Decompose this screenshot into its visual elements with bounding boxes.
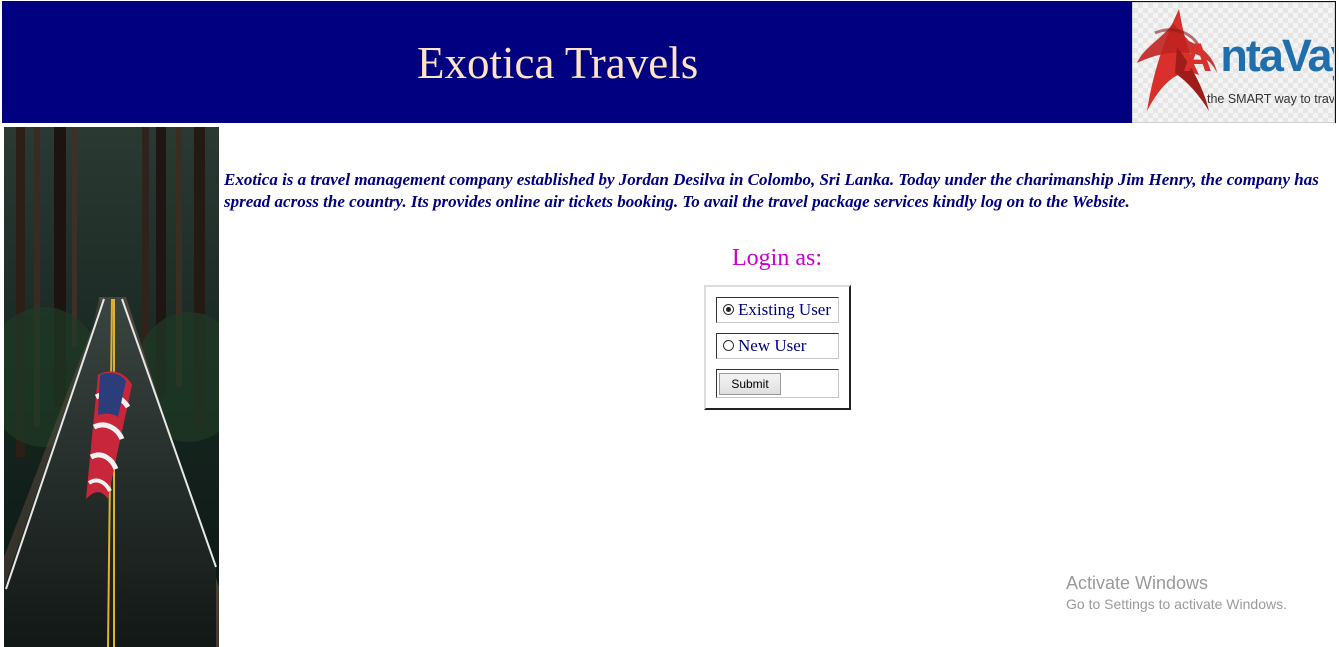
activate-windows-watermark: Activate Windows Go to Settings to activ…	[1066, 572, 1287, 614]
new-user-radio[interactable]	[723, 340, 734, 351]
login-heading: Login as:	[732, 245, 822, 271]
existing-user-label: Existing User	[738, 300, 832, 319]
submit-cell: Submit	[716, 369, 839, 398]
intro-paragraph: Exotica is a travel management company e…	[224, 170, 1319, 211]
new-user-option[interactable]: New User	[716, 333, 839, 359]
road-with-flag-photo	[4, 127, 219, 647]
logo-wordmark-initial: A	[1183, 36, 1212, 80]
new-user-label: New User	[738, 336, 807, 355]
antavaya-logo: A ntaVaya the SMART way to travel	[1132, 2, 1335, 123]
logo-wordmark-rest: ntaVaya	[1220, 30, 1334, 81]
logo-tagline: the SMART way to travel	[1207, 92, 1335, 106]
site-title: Exotica Travels	[417, 38, 699, 88]
watermark-subtitle: Go to Settings to activate Windows.	[1066, 596, 1287, 612]
site-header: Exotica Travels A ntaVaya the SMART way …	[1, 0, 1337, 124]
existing-user-option[interactable]: Existing User	[716, 297, 839, 323]
login-form: Existing User New User Submit	[704, 285, 851, 410]
watermark-title: Activate Windows	[1066, 573, 1209, 593]
submit-button[interactable]: Submit	[719, 373, 781, 395]
road-photo-graphic	[4, 127, 219, 647]
existing-user-radio[interactable]	[723, 304, 734, 315]
logo-wordmark: A ntaVaya	[1183, 30, 1334, 81]
